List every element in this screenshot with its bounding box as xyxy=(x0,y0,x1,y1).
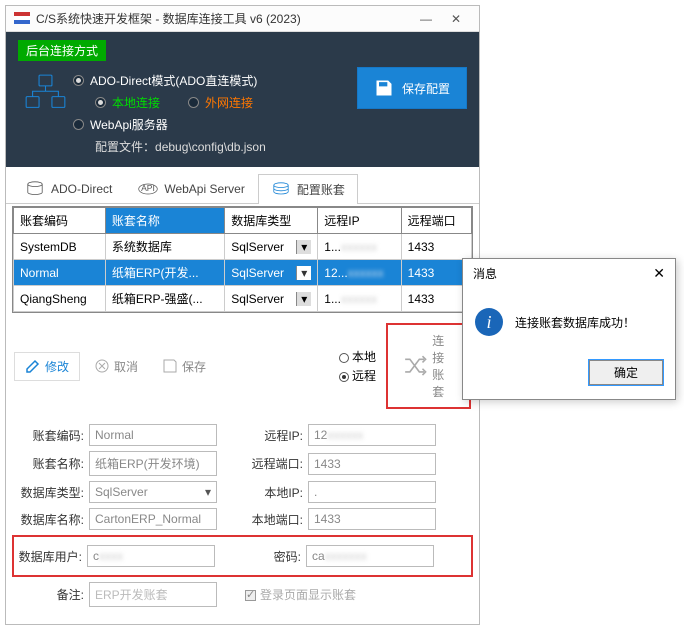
cancel-icon xyxy=(94,358,110,374)
chevron-down-icon[interactable]: ▾ xyxy=(296,266,311,280)
save-config-button[interactable]: 保存配置 xyxy=(357,67,467,109)
cancel-button[interactable]: 取消 xyxy=(84,353,148,380)
app-icon xyxy=(14,12,30,26)
main-window: C/S系统快速开发框架 - 数据库连接工具 v6 (2023) — ✕ 后台连接… xyxy=(5,5,480,625)
header-badge: 后台连接方式 xyxy=(18,40,106,61)
close-button[interactable]: ✕ xyxy=(441,12,471,26)
api-icon: API xyxy=(138,181,158,197)
ado-direct-option[interactable]: ADO-Direct模式(ADO直连模式) xyxy=(73,72,357,89)
tab-ado-direct[interactable]: ADO-Direct xyxy=(12,173,125,203)
tab-bar: ADO-Direct APIWebApi Server 配置账套 xyxy=(6,167,479,204)
local-radio[interactable]: 本地 xyxy=(339,348,376,365)
connection-header: 后台连接方式 ADO-Direct模式(ADO直连模式) 本地连接 外网连接 W… xyxy=(6,32,479,167)
chevron-down-icon[interactable]: ▾ xyxy=(296,240,311,254)
shuffle-icon xyxy=(402,353,427,378)
remote-ip-input[interactable]: 12xxxxxx xyxy=(308,424,436,446)
local-port-input[interactable]: 1433 xyxy=(308,508,436,530)
chevron-down-icon[interactable]: ▾ xyxy=(296,292,311,306)
modify-button[interactable]: 修改 xyxy=(14,352,80,381)
table-row[interactable]: Normal纸箱ERP(开发... SqlServer▾ 12...xxxxxx… xyxy=(14,260,472,286)
message-dialog: 消息 ✕ i 连接账套数据库成功！ 确定 xyxy=(462,258,676,400)
dialog-title: 消息 xyxy=(473,265,497,282)
show-login-checkbox[interactable]: 登录页面显示账套 xyxy=(245,586,356,603)
col-code[interactable]: 账套编码 xyxy=(14,208,106,234)
table-row[interactable]: QiangSheng纸箱ERP-强盛(... SqlServer▾ 1...xx… xyxy=(14,286,472,312)
save-icon xyxy=(374,78,394,98)
accounts-grid[interactable]: 账套编码 账套名称 数据库类型 远程IP 远程端口 SystemDB系统数据库 … xyxy=(12,206,473,313)
local-conn-option[interactable]: 本地连接 xyxy=(95,94,160,111)
remote-conn-option[interactable]: 外网连接 xyxy=(188,94,253,111)
info-icon: i xyxy=(475,308,503,336)
dbtype-select[interactable]: SqlServer▾ xyxy=(89,481,217,503)
disk-icon xyxy=(162,358,178,374)
tab-webapi[interactable]: APIWebApi Server xyxy=(125,173,257,203)
window-title: C/S系统快速开发框架 - 数据库连接工具 v6 (2023) xyxy=(36,10,411,27)
dbuser-input[interactable]: cxxxx xyxy=(87,545,215,567)
col-dbtype[interactable]: 数据库类型 xyxy=(225,208,318,234)
network-icon xyxy=(18,67,73,121)
remote-port-input[interactable]: 1433 xyxy=(308,453,436,475)
remote-radio[interactable]: 远程 xyxy=(339,367,376,384)
save-button[interactable]: 保存 xyxy=(152,353,216,380)
db-stack-icon xyxy=(271,182,291,198)
tab-accounts[interactable]: 配置账套 xyxy=(258,174,358,204)
dialog-close-button[interactable]: ✕ xyxy=(653,265,665,282)
code-input[interactable]: Normal xyxy=(89,424,217,446)
svg-text:API: API xyxy=(141,183,155,193)
local-ip-input[interactable]: . xyxy=(308,481,436,503)
name-input[interactable]: 纸箱ERP(开发环境) xyxy=(89,451,217,476)
col-name[interactable]: 账套名称 xyxy=(105,208,224,234)
connect-button[interactable]: 连接账套 xyxy=(386,323,471,409)
note-input[interactable]: ERP开发账套 xyxy=(89,582,217,607)
minimize-button[interactable]: — xyxy=(411,12,441,26)
titlebar[interactable]: C/S系统快速开发框架 - 数据库连接工具 v6 (2023) — ✕ xyxy=(6,6,479,32)
webapi-option[interactable]: WebApi服务器 xyxy=(73,116,357,133)
toolbar: 修改 取消 保存 本地 远程 连接账套 xyxy=(14,323,471,409)
col-port[interactable]: 远程端口 xyxy=(401,208,471,234)
dialog-message: 连接账套数据库成功！ xyxy=(515,314,635,331)
password-input[interactable]: caxxxxxxx xyxy=(306,545,434,567)
pencil-icon xyxy=(25,358,41,374)
dbname-input[interactable]: CartonERP_Normal xyxy=(89,508,217,530)
database-icon xyxy=(25,181,45,197)
chevron-down-icon: ▾ xyxy=(205,485,211,499)
detail-form: 账套编码:Normal 远程IP:12xxxxxx 账套名称:纸箱ERP(开发环… xyxy=(6,415,479,624)
col-ip[interactable]: 远程IP xyxy=(318,208,401,234)
table-row[interactable]: SystemDB系统数据库 SqlServer▾ 1...xxxxxx1433 xyxy=(14,234,472,260)
dialog-ok-button[interactable]: 确定 xyxy=(589,360,663,385)
